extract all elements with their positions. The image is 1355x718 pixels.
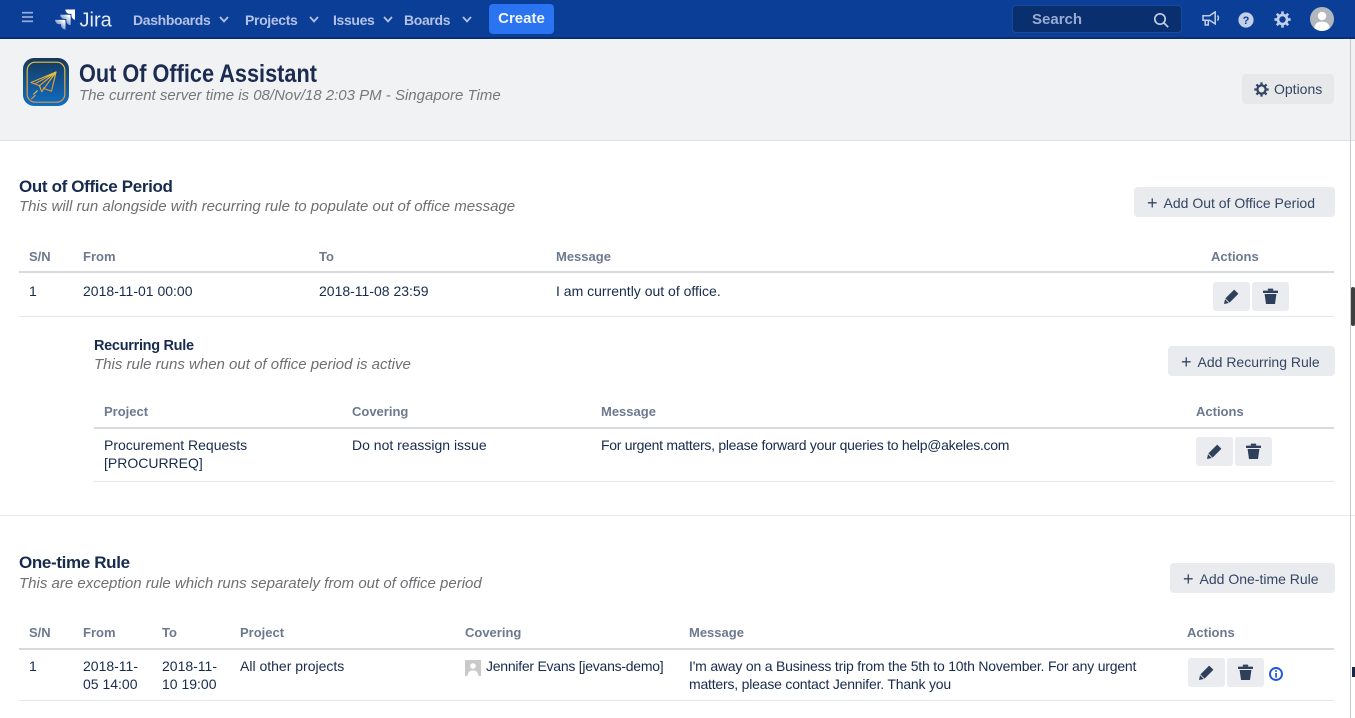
svg-text:Jira: Jira [80, 10, 113, 32]
svg-text:?: ? [1243, 15, 1250, 27]
